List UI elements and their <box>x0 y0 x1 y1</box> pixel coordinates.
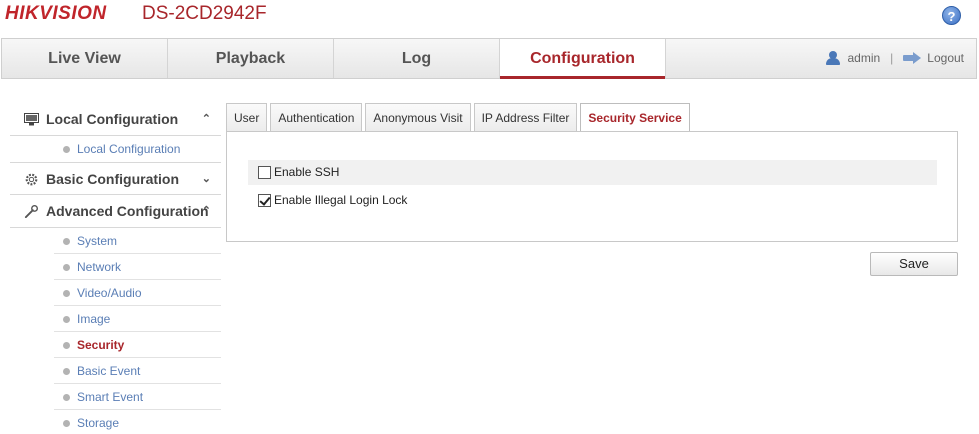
user-icon <box>825 51 841 65</box>
bullet-icon <box>63 146 70 153</box>
username: admin <box>847 51 881 65</box>
tab-ip-address-filter[interactable]: IP Address Filter <box>473 103 578 131</box>
header: HIKVISION DS-2CD2942F ? <box>0 0 979 38</box>
user-area: admin | Logout <box>825 51 964 65</box>
bullet-icon <box>63 342 70 349</box>
enable-ssh-row: Enable SSH <box>248 160 937 185</box>
enable-ssh-checkbox[interactable] <box>258 166 271 179</box>
save-button[interactable]: Save <box>870 252 958 276</box>
section-label: Basic Configuration <box>46 171 180 187</box>
sidebar-item-video-audio[interactable]: Video/Audio <box>54 280 221 306</box>
sidebar-item-label: Security <box>77 338 125 352</box>
logout-icon[interactable] <box>903 52 922 64</box>
chevron-up-icon[interactable]: ⌃ <box>202 195 211 228</box>
sidebar-item-security[interactable]: Security <box>54 332 221 358</box>
chevron-up-icon[interactable]: ⌃ <box>202 103 211 136</box>
separator: | <box>890 51 894 65</box>
security-service-panel: Enable SSH Enable Illegal Login Lock <box>226 131 958 242</box>
illegal-login-lock-label[interactable]: Enable Illegal Login Lock <box>274 188 407 213</box>
sidebar-item-label: Storage <box>77 416 120 430</box>
sidebar-section-local-configuration[interactable]: Local Configuration ⌃ <box>10 103 221 136</box>
security-tabs: User Authentication Anonymous Visit IP A… <box>226 103 693 132</box>
sidebar-item-image[interactable]: Image <box>54 306 221 332</box>
sidebar-item-label: Basic Event <box>77 364 141 378</box>
bullet-icon <box>63 238 70 245</box>
tab-playback[interactable]: Playback <box>168 39 334 78</box>
sidebar-item-label: Image <box>77 312 111 326</box>
sidebar-item-label: Video/Audio <box>77 286 142 300</box>
hikvision-logo: HIKVISION <box>5 3 107 24</box>
tab-log[interactable]: Log <box>334 39 500 78</box>
main-nav: Live View Playback Log Configuration adm… <box>1 38 977 79</box>
tab-security-service[interactable]: Security Service <box>580 103 690 132</box>
chevron-down-icon[interactable]: ⌄ <box>202 163 211 196</box>
sidebar-item-label: Local Configuration <box>77 142 181 156</box>
tab-authentication[interactable]: Authentication <box>270 103 363 131</box>
sidebar-section-advanced-configuration[interactable]: Advanced Configuration ⌃ <box>10 195 221 228</box>
enable-ssh-label[interactable]: Enable SSH <box>274 160 339 185</box>
bullet-icon <box>63 394 70 401</box>
sidebar-item-system[interactable]: System <box>54 228 221 254</box>
bullet-icon <box>63 264 70 271</box>
bullet-icon <box>63 290 70 297</box>
tab-live-view[interactable]: Live View <box>2 39 168 78</box>
bullet-icon <box>63 316 70 323</box>
sidebar-item-storage[interactable]: Storage <box>54 410 221 434</box>
help-icon[interactable]: ? <box>942 6 961 25</box>
device-model: DS-2CD2942F <box>142 3 267 24</box>
tab-user[interactable]: User <box>226 103 268 131</box>
sidebar-item-label: System <box>77 234 118 248</box>
sidebar-item-basic-event[interactable]: Basic Event <box>54 358 221 384</box>
illegal-login-lock-row: Enable Illegal Login Lock <box>248 188 937 213</box>
sidebar-item-local-configuration[interactable]: Local Configuration <box>54 136 221 162</box>
bullet-icon <box>63 420 70 427</box>
sidebar: Local Configuration ⌃ Local Configuratio… <box>10 103 221 434</box>
wrench-icon <box>24 205 38 218</box>
section-label: Local Configuration <box>46 111 179 127</box>
sidebar-item-smart-event[interactable]: Smart Event <box>54 384 221 410</box>
sidebar-item-label: Network <box>77 260 122 274</box>
sidebar-item-network[interactable]: Network <box>54 254 221 280</box>
tab-anonymous-visit[interactable]: Anonymous Visit <box>365 103 471 131</box>
section-label: Advanced Configuration <box>46 203 209 219</box>
logout-link[interactable]: Logout <box>927 51 964 65</box>
tab-configuration[interactable]: Configuration <box>500 39 666 79</box>
sidebar-item-label: Smart Event <box>77 390 144 404</box>
sidebar-section-basic-configuration[interactable]: Basic Configuration ⌄ <box>10 162 221 195</box>
monitor-icon <box>24 113 39 126</box>
gear-icon <box>25 173 38 186</box>
bullet-icon <box>63 368 70 375</box>
illegal-login-lock-checkbox[interactable] <box>258 194 271 207</box>
